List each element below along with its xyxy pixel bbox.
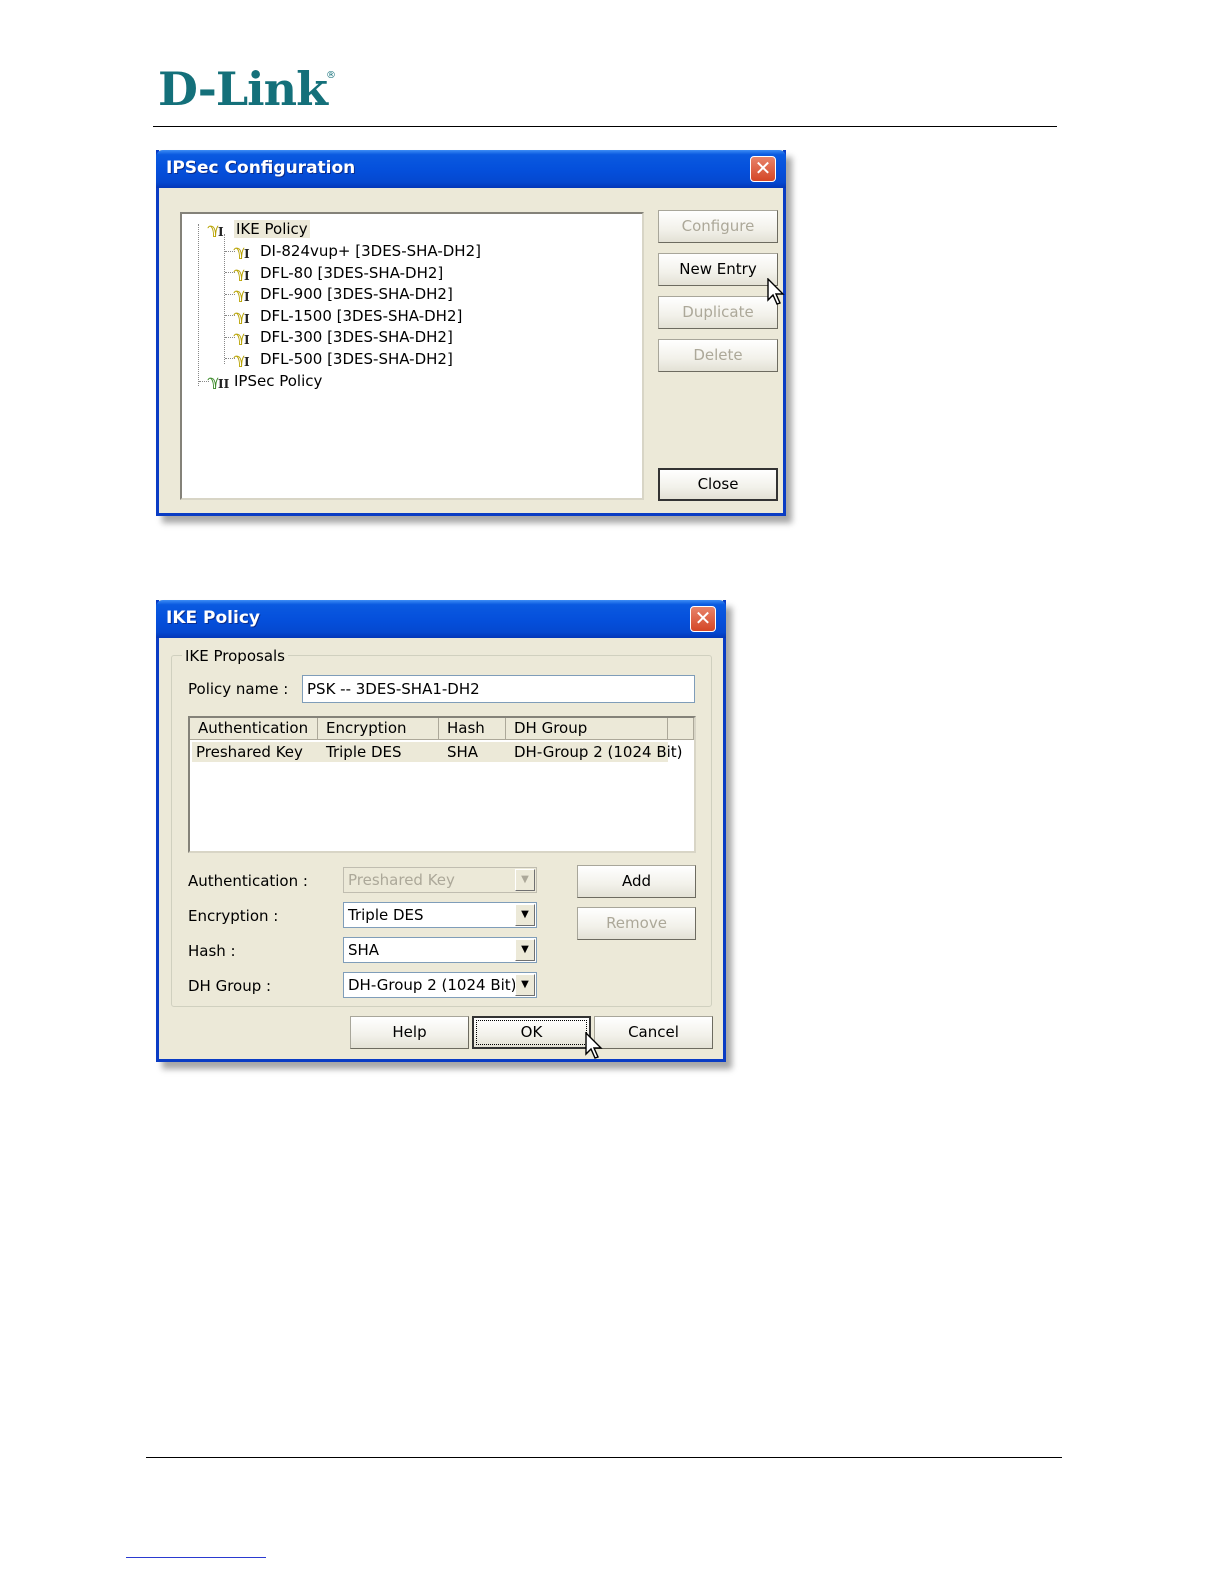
tree-item-label: DFL-900 [3DES-SHA-DH2] bbox=[260, 285, 453, 303]
table-row[interactable]: Preshared Key Triple DES SHA DH-Group 2 … bbox=[192, 742, 683, 762]
dropdown-arrow-icon[interactable]: ▼ bbox=[515, 904, 535, 926]
tree-guide-line bbox=[224, 234, 225, 364]
cancel-button[interactable]: Cancel bbox=[594, 1016, 713, 1049]
select-value: Triple DES bbox=[348, 906, 424, 924]
add-button[interactable]: Add bbox=[577, 865, 696, 898]
dropdown-arrow-icon[interactable]: ▼ bbox=[515, 869, 535, 891]
ipsec-titlebar[interactable]: IPSec Configuration ✕ bbox=[156, 150, 786, 188]
configure-button[interactable]: Configure bbox=[658, 210, 778, 243]
ipsec-config-window: IPSec Configuration ✕ ℽI IKE Policy ℽI D… bbox=[156, 150, 786, 516]
key-policy-icon: ℽI bbox=[234, 350, 250, 369]
key-policy-icon: ℽI bbox=[234, 328, 250, 347]
new-entry-button[interactable]: New Entry bbox=[658, 253, 778, 286]
delete-button[interactable]: Delete bbox=[658, 339, 778, 372]
authentication-label: Authentication : bbox=[188, 872, 308, 890]
footnote-rule bbox=[126, 1557, 266, 1558]
encryption-label: Encryption : bbox=[188, 907, 279, 925]
select-value: SHA bbox=[348, 941, 380, 959]
column-header[interactable]: Authentication bbox=[190, 718, 318, 740]
proposals-list[interactable]: Authentication Encryption Hash DH Group … bbox=[188, 716, 696, 853]
window-title: IPSec Configuration bbox=[166, 158, 356, 178]
dropdown-arrow-icon[interactable]: ▼ bbox=[515, 974, 535, 996]
close-button[interactable]: Close bbox=[658, 468, 778, 501]
tree-item-label: DFL-1500 [3DES-SHA-DH2] bbox=[260, 307, 463, 325]
key-policy-icon: ℽI bbox=[234, 307, 250, 326]
ike-policy-window: IKE Policy ✕ IKE Proposals Policy name :… bbox=[156, 600, 726, 1062]
select-value: DH-Group 2 (1024 Bit) bbox=[348, 976, 517, 994]
column-header[interactable]: DH Group bbox=[506, 718, 668, 740]
table-cell: Preshared Key bbox=[196, 743, 303, 761]
tree-item-label: DFL-500 [3DES-SHA-DH2] bbox=[260, 350, 453, 368]
key-policy-icon: ℽ II bbox=[208, 372, 230, 391]
authentication-select[interactable]: Preshared Key ▼ bbox=[343, 867, 537, 893]
dropdown-arrow-icon[interactable]: ▼ bbox=[515, 939, 535, 961]
policy-name-label: Policy name : bbox=[188, 680, 289, 698]
column-header-filler bbox=[668, 718, 694, 740]
table-cell: DH-Group 2 (1024 Bit) bbox=[514, 743, 683, 761]
encryption-select[interactable]: Triple DES ▼ bbox=[343, 902, 537, 928]
tree-item-label: IKE Policy bbox=[234, 220, 310, 238]
column-header[interactable]: Encryption bbox=[318, 718, 439, 740]
dh-group-select[interactable]: DH-Group 2 (1024 Bit) ▼ bbox=[343, 972, 537, 998]
close-icon[interactable]: ✕ bbox=[690, 606, 716, 632]
key-policy-icon: ℽI bbox=[234, 264, 250, 283]
mouse-cursor-icon bbox=[585, 1031, 603, 1064]
tree-item-label: IPSec Policy bbox=[234, 372, 323, 390]
tree-guide-line bbox=[198, 224, 199, 386]
window-title: IKE Policy bbox=[166, 608, 260, 628]
dh-group-label: DH Group : bbox=[188, 977, 272, 995]
table-cell: Triple DES bbox=[326, 743, 402, 761]
remove-button[interactable]: Remove bbox=[577, 907, 696, 940]
key-policy-icon: ℽI bbox=[234, 242, 250, 261]
table-cell: SHA bbox=[447, 743, 479, 761]
select-value: Preshared Key bbox=[348, 871, 455, 889]
ike-titlebar[interactable]: IKE Policy ✕ bbox=[156, 600, 726, 638]
group-label: IKE Proposals bbox=[182, 647, 288, 665]
mouse-cursor-icon bbox=[767, 277, 785, 310]
header-rule bbox=[153, 126, 1057, 127]
tree-item-label: DI-824vup+ [3DES-SHA-DH2] bbox=[260, 242, 481, 260]
hash-label: Hash : bbox=[188, 942, 236, 960]
help-button[interactable]: Help bbox=[350, 1016, 469, 1049]
footer-rule bbox=[146, 1457, 1062, 1458]
duplicate-button[interactable]: Duplicate bbox=[658, 296, 778, 329]
key-policy-icon: ℽI bbox=[208, 220, 224, 239]
dlink-logo: D-Link bbox=[158, 62, 328, 116]
policy-tree[interactable]: ℽI IKE Policy ℽI DI-824vup+ [3DES-SHA-DH… bbox=[180, 212, 644, 500]
tree-item-label: DFL-300 [3DES-SHA-DH2] bbox=[260, 328, 453, 346]
policy-name-input[interactable]: PSK -- 3DES-SHA1-DH2 bbox=[302, 675, 695, 703]
tree-item-label: DFL-80 [3DES-SHA-DH2] bbox=[260, 264, 444, 282]
registered-mark: ® bbox=[326, 70, 336, 81]
hash-select[interactable]: SHA ▼ bbox=[343, 937, 537, 963]
column-header[interactable]: Hash bbox=[439, 718, 506, 740]
close-icon[interactable]: ✕ bbox=[750, 156, 776, 182]
key-policy-icon: ℽI bbox=[234, 285, 250, 304]
ok-button[interactable]: OK bbox=[472, 1016, 591, 1049]
